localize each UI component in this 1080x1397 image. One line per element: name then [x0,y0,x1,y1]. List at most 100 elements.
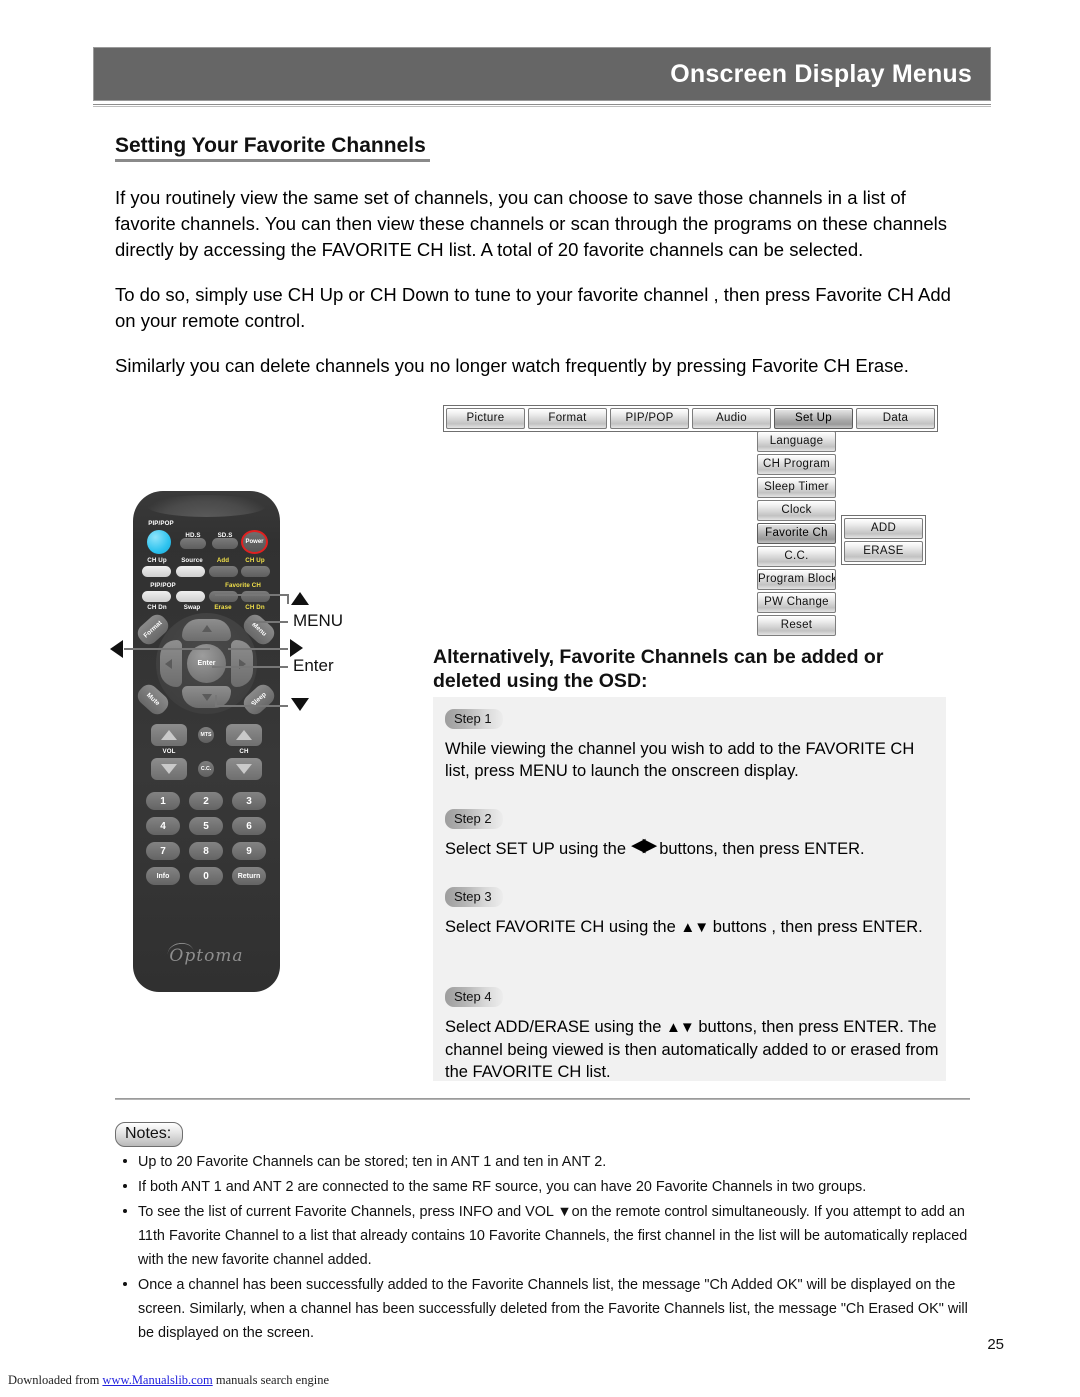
remote-top-highlight [147,495,266,517]
remote-button-pip-pop[interactable] [147,530,171,554]
note-bullet-icon [123,1209,127,1213]
osd-top-format[interactable]: Format [528,408,607,429]
note-item: If both ANT 1 and ANT 2 are connected to… [118,1175,978,1199]
notes-badge: Notes: [115,1122,184,1147]
osd-sub-favorite-ch[interactable]: Favorite Ch [757,523,836,544]
callout-line-down [215,705,288,707]
remote-button-erase[interactable] [209,591,238,602]
step-3-text-after: buttons , then press ENTER. [712,918,923,936]
remote-button-4[interactable]: 4 [146,817,180,835]
osd-sub-program-block[interactable]: Program Block [757,569,836,590]
remote-label-ch-up-left: CH Up [147,557,167,564]
up-down-arrows-icon-step4: ▲▼ [666,1019,695,1036]
remote-button-source[interactable] [176,566,205,577]
callout-line-up [215,594,288,596]
footer-link[interactable]: www.Manualslib.com [102,1373,212,1387]
notes-list: Up to 20 Favorite Channels can be stored… [118,1150,978,1346]
remote-button-sd-s[interactable] [212,538,238,549]
osd-favorite-ch-options: ADD ERASE [841,515,926,565]
osd-top-audio[interactable]: Audio [692,408,771,429]
osd-sub-sleep-timer[interactable]: Sleep Timer [757,477,836,498]
remote-label-vol: VOL [162,748,176,755]
page-header-title: Onscreen Display Menus [670,59,972,88]
remote-button-3[interactable]: 3 [232,792,266,810]
osd-top-data[interactable]: Data [856,408,935,429]
remote-button-ch-dn-left[interactable] [142,591,171,602]
osd-sub-ch-program[interactable]: CH Program [757,454,836,475]
remote-button-8[interactable]: 8 [189,842,223,860]
remote-button-0[interactable]: 0 [189,867,223,885]
osd-sub-clock[interactable]: Clock [757,500,836,521]
remote-button-ch-down[interactable] [226,758,262,780]
remote-button-add[interactable] [209,566,238,577]
remote-button-vol-up[interactable] [151,724,187,746]
note-text: If both ANT 1 and ANT 2 are connected to… [138,1179,867,1195]
step-4-block: Step 4 Select ADD/ERASE using the ▲▼ but… [445,987,940,1083]
remote-button-1[interactable]: 1 [146,792,180,810]
remote-label-ch-up-right: CH Up [245,557,265,564]
remote-button-hd-s[interactable] [180,538,206,549]
note-text: Once a channel has been successfully add… [138,1277,968,1341]
callout-down-arrow-icon [291,698,309,711]
step-3-block: Step 3 Select FAVORITE CH using the ▲▼ b… [445,887,940,939]
osd-top-set-up[interactable]: Set Up [774,408,853,429]
notes-divider [115,1098,970,1100]
note-bullet-icon [123,1282,127,1286]
remote-dpad-up[interactable] [182,619,231,641]
osd-top-pip-pop[interactable]: PIP/POP [610,408,689,429]
remote-button-9[interactable]: 9 [232,842,266,860]
remote-button-ch-up-right[interactable] [241,566,270,577]
step-3-text-before: Select FAVORITE CH using the [445,918,676,936]
remote-label-favorite-ch: Favorite CH [225,582,261,589]
remote-button-cc[interactable]: C.C. [198,761,214,777]
step-3-text: Select FAVORITE CH using the ▲▼ buttons … [445,916,940,939]
remote-button-ch-dn-right[interactable] [241,591,270,602]
step-2-badge: Step 2 [445,809,503,829]
remote-brand-logo: Optoma [169,946,244,966]
remote-label-ch: CH [239,748,249,755]
callout-label-menu: MENU [293,611,344,630]
osd-leaf-add[interactable]: ADD [844,518,923,539]
remote-label-add: Add [216,557,230,564]
remote-button-vol-down[interactable] [151,758,187,780]
remote-button-return[interactable]: Return [232,867,266,885]
step-4-text: Select ADD/ERASE using the ▲▼ buttons, t… [445,1016,940,1083]
osd-sub-pw-change[interactable]: PW Change [757,592,836,613]
osd-menu-diagram: Picture Format PIP/POP Audio Set Up Data… [443,405,938,636]
osd-sub-language[interactable]: Language [757,431,836,452]
remote-navigation-ring: Enter [156,613,257,714]
step-3-badge: Step 3 [445,887,503,907]
osd-sub-cc[interactable]: C.C. [757,546,836,567]
remote-button-ch-up-left[interactable] [142,566,171,577]
remote-button-ch-up[interactable] [226,724,262,746]
paragraph-erase-instructions: Similarly you can delete channels you no… [115,355,909,376]
remote-button-enter[interactable]: Enter [187,644,226,683]
step-1-text: While viewing the channel you wish to ad… [445,740,915,780]
remote-button-swap[interactable] [176,591,205,602]
remote-label-swap: Swap [183,604,201,611]
left-right-arrows-icon: ◀▶ [630,835,657,856]
header-divider [93,104,991,107]
remote-button-7[interactable]: 7 [146,842,180,860]
remote-label-pip-pop-mid: PIP/POP [150,582,176,589]
osd-top-picture[interactable]: Picture [446,408,525,429]
osd-sub-reset[interactable]: Reset [757,615,836,636]
remote-button-5[interactable]: 5 [189,817,223,835]
remote-button-power[interactable]: Power [241,530,268,554]
page-header-bar: Onscreen Display Menus [93,47,991,101]
paragraph-intro: If you routinely view the same set of ch… [115,187,948,260]
osd-leaf-erase[interactable]: ERASE [844,541,923,562]
remote-button-info[interactable]: Info [146,867,180,885]
step-2-block: Step 2 Select SET UP using the ◀▶ button… [445,809,940,860]
remote-button-mts[interactable]: MTS [198,727,214,743]
step-2-text-before: Select SET UP using the [445,840,626,858]
footer-suffix: manuals search engine [212,1373,329,1387]
remote-label-power: Power [245,539,264,545]
remote-button-6[interactable]: 6 [232,817,266,835]
remote-button-2[interactable]: 2 [189,792,223,810]
page-number: 25 [987,1336,1004,1353]
step-1-block: Step 1 While viewing the channel you wis… [445,709,940,782]
note-item: To see the list of current Favorite Chan… [118,1200,978,1272]
section-title: Setting Your Favorite Channels [115,134,426,157]
remote-label-erase: Erase [214,604,232,611]
